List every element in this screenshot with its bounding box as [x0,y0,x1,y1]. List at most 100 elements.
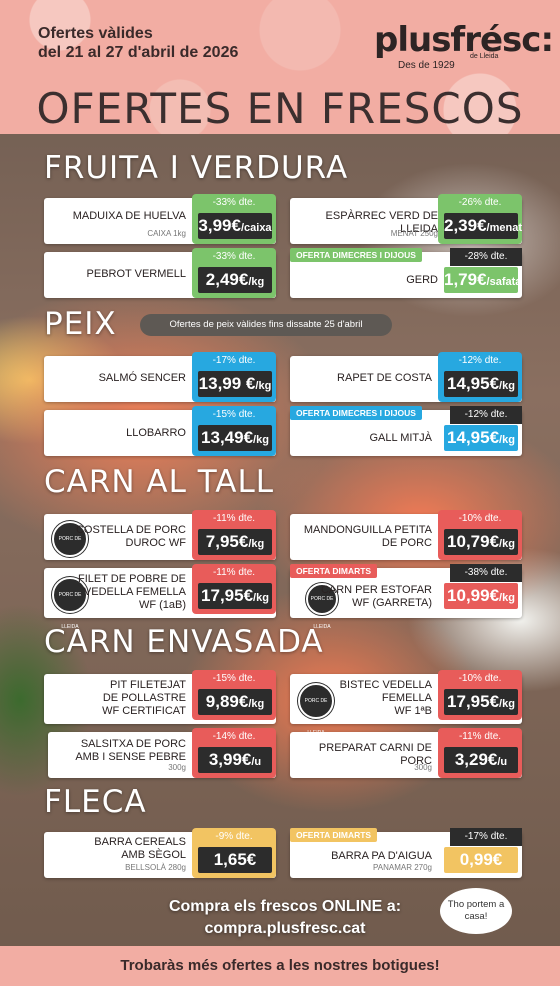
product-card[interactable]: PORC DE LLEIDA FILET DE POBRE DE VEDELLA … [44,564,276,630]
product-card[interactable]: LLOBARRO -15% dte. 13,49€/kg [44,406,276,456]
discount-label: -17% dte. [450,828,522,846]
peix-validity-note: Ofertes de peix vàlides fins dissabte 25… [140,314,392,336]
section-title-peix: PEIX [44,306,117,342]
price-tag: -12% dte. 14,95€/kg [438,352,522,402]
price-tag: -33% dte. 3,99€/caixa [192,194,276,244]
price-label: 13,49€/kg [198,425,272,451]
price-label: 0,99€ [444,847,518,873]
product-name: FILET DE POBRE DE VEDELLA FEMELLA WF (1aB) [78,573,186,611]
product-card[interactable]: PREPARAT CARNI DE PORC 300g -11% dte. 3,… [290,728,522,778]
discount-label: -12% dte. [450,406,522,424]
price-label: 7,95€/kg [198,529,272,555]
validity-text: Ofertes vàlides del 21 al 27 d'abril de … [38,24,238,62]
validity-line-1: Ofertes vàlides [38,25,153,42]
discount-label: -33% dte. [212,197,256,208]
header-band: Ofertes vàlides del 21 al 27 d'abril de … [0,0,560,134]
price-label: 1,65€ [198,847,272,873]
offer-day-label: OFERTA DIMECRES I DIJOUS [290,248,422,262]
product-name: MANDONGUILLA PETITA DE PORC [303,524,432,549]
price-label: 3,99€/caixa [198,213,272,239]
product-name: BISTEC VEDELLA FEMELLA WF 1ªB [339,679,432,717]
price-tag: -10% dte. 17,95€/kg [438,670,522,720]
footer-banner: Trobaràs més ofertes a les nostres botig… [0,946,560,986]
product-card[interactable]: PORC DE LLEIDA COSTELLA DE PORCDUROC WF … [44,510,276,574]
price-tag: -11% dte. 3,29€/u [438,728,522,778]
brand-logo-since: Des de 1929 [398,60,455,71]
offer-day-label: OFERTA DIMARTS [290,564,378,578]
price-tag: -10% dte. 10,79€/kg [438,510,522,560]
product-card[interactable]: PORC DE LLEIDA BISTEC VEDELLAFEMELLAWF 1… [290,670,522,736]
product-name: BARRA CEREALS AMB SÈGOL [94,836,186,861]
price-tag: -11% dte. 7,95€/kg [192,510,276,560]
product-unit: BELLSOLÀ 280g [125,863,186,872]
discount-label: -12% dte. [458,355,502,366]
product-card[interactable]: BARRA CEREALS AMB SÈGOL BELLSOLÀ 280g -9%… [44,828,276,878]
discount-label: -15% dte. [212,409,256,420]
discount-label: -26% dte. [458,197,502,208]
price-tag: -12% dte. 14,95€/kg [438,406,522,456]
product-unit: 300g [414,763,432,772]
product-card[interactable]: SALSITXA DE PORC AMB I SENSE PEBRE 300g -… [48,728,276,778]
flyer-page: Ofertes vàlides del 21 al 27 d'abril de … [0,0,560,986]
brand-logo-origin: de Lleida [470,53,499,60]
product-card[interactable]: ESPÀRREC VERD DE LLEIDA MENAT 250g -26% … [290,194,522,244]
price-tag: -15% dte. 9,89€/kg [192,670,276,720]
price-tag: -17% dte. 13,99 €/kg [192,352,276,402]
offer-day-label: OFERTA DIMARTS [290,828,378,842]
product-unit: 300g [168,763,186,772]
product-name: BARRA PA D'AIGUA [331,850,432,862]
product-card[interactable]: PIT FILETEJAT DE POLLASTRE WF CERTIFICAT -… [44,670,276,724]
product-card[interactable]: MANDONGUILLA PETITA DE PORC -10% dte. 10,… [290,510,522,560]
price-label: 2,49€/kg [198,267,272,293]
online-shop-link[interactable]: compra.plusfresc.cat [160,918,410,940]
price-label: 13,99 €/kg [198,371,272,397]
discount-label: -17% dte. [212,355,256,366]
discount-label: -14% dte. [212,731,256,742]
product-card[interactable]: OFERTA DIMECRES I DIJOUS GERD -28% dte. … [290,248,522,298]
product-card[interactable]: RAPET DE COSTA -12% dte. 14,95€/kg [290,352,522,402]
delivery-speech-bubble: Tho portem a casa! [440,888,512,934]
product-name: SALMÓ SENCER [98,372,186,384]
section-title-carn-envasada: CARN ENVASADA [44,624,324,660]
discount-label: -11% dte. [212,513,256,524]
online-promo-text: Compra els frescos ONLINE a: [168,898,402,915]
product-name: LLOBARRO [126,427,186,439]
product-card[interactable]: PEBROT VERMELL -33% dte. 2,49€/kg [44,248,276,298]
section-title-carn-tall: CARN AL TALL [44,464,275,500]
discount-label: -11% dte. [458,731,502,742]
discount-label: -9% dte. [215,831,253,842]
discount-label: -10% dte. [458,513,502,524]
price-label: 17,95€/kg [198,583,272,609]
product-name: PREPARAT CARNI DE PORC [318,742,432,767]
product-name: GERD [406,274,438,286]
price-label: 17,95€/kg [444,689,518,715]
price-tag: -33% dte. 2,49€/kg [192,248,276,298]
product-name: PIT FILETEJAT DE POLLASTRE WF CERTIFICAT [102,679,186,717]
online-shop-promo[interactable]: Compra els frescos ONLINE a: compra.plus… [160,896,410,940]
product-name: PEBROT VERMELL [86,268,186,280]
product-unit: PANAMAR 270g [373,863,432,872]
price-label: 3,99€/u [198,747,272,773]
discount-label: -33% dte. [212,251,256,262]
price-label: 10,99€/kg [444,583,518,609]
porc-lleida-badge-icon: PORC DE LLEIDA [298,683,334,736]
product-name: MADUIXA DE HUELVA [72,210,186,222]
product-card[interactable]: OFERTA DIMARTS BARRA PA D'AIGUA PANAMAR … [290,828,522,878]
product-card[interactable]: OFERTA DIMECRES I DIJOUS GALL MITJÀ -12%… [290,406,522,456]
price-label: 9,89€/kg [198,689,272,715]
offer-day-label: OFERTA DIMECRES I DIJOUS [290,406,422,420]
product-name: SALSITXA DE PORC AMB I SENSE PEBRE [75,738,186,763]
product-card[interactable]: MADUIXA DE HUELVA CAIXA 1kg -33% dte. 3,… [44,194,276,244]
product-card[interactable]: OFERTA DIMARTS PORC DE LLEIDA CARN PER E… [290,564,522,630]
price-label: 10,79€/kg [444,529,518,555]
price-tag: -9% dte. 1,65€ [192,828,276,878]
product-card[interactable]: SALMÓ SENCER -17% dte. 13,99 €/kg [44,352,276,402]
price-tag: -26% dte. 2,39€/menat [438,194,522,244]
product-unit: MENAT 250g [390,229,438,238]
discount-label: -11% dte. [212,567,256,578]
price-label: 3,29€/u [444,747,518,773]
price-tag: -14% dte. 3,99€/u [192,728,276,778]
validity-line-2: del 21 al 27 d'abril de 2026 [38,44,239,61]
price-label: 2,39€/menat [444,213,522,239]
price-tag: -28% dte. 1,79€/safata [438,248,522,298]
